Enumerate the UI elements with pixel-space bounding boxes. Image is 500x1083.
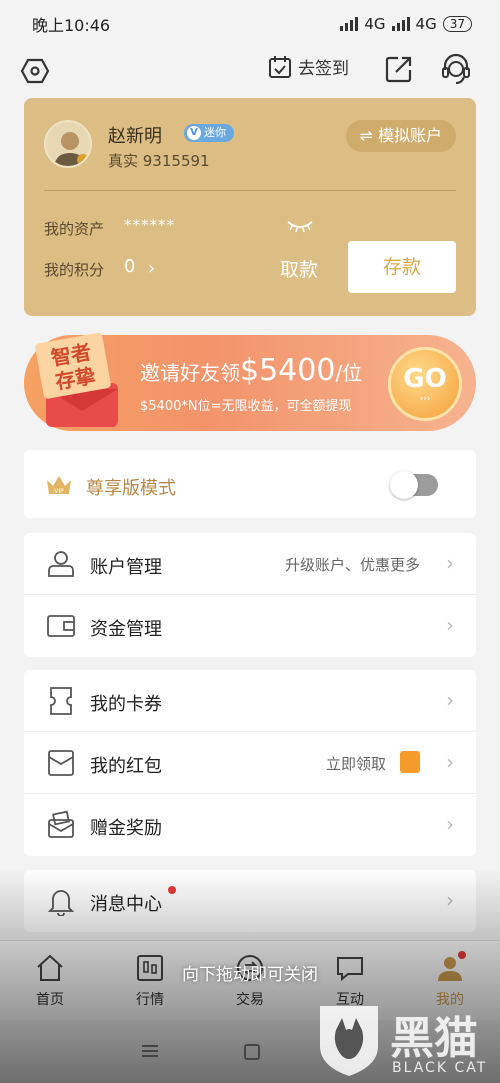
- account-id: 真实 9315591: [108, 152, 210, 170]
- chevron-right-icon: ›: [446, 551, 454, 575]
- settings-hexagon-icon[interactable]: [20, 56, 50, 86]
- deposit-button[interactable]: 存款: [348, 241, 456, 293]
- calendar-icon: [269, 55, 291, 78]
- share-icon[interactable]: [384, 54, 414, 84]
- red-packet-icon: [400, 751, 420, 773]
- status-bar: 晚上10:46 4G 4G 37: [0, 0, 500, 48]
- eye-closed-icon[interactable]: [286, 218, 314, 234]
- vip-mode-label: 尊享版模式: [86, 478, 176, 499]
- points-value[interactable]: 0: [124, 256, 135, 277]
- divider: [44, 190, 456, 191]
- simulated-account-button[interactable]: ⇌ 模拟账户: [345, 120, 456, 152]
- network-type-2: 4G: [415, 15, 437, 33]
- asset-value: ******: [124, 216, 175, 234]
- menu-item-red-packets[interactable]: 我的红包 立即领取 ›: [24, 732, 476, 794]
- menu-group-rewards: 我的卡券 › 我的红包 立即领取 › 赠金奖励 ›: [24, 670, 476, 856]
- user-name: 赵新明: [108, 126, 162, 147]
- home-button-icon[interactable]: [244, 1044, 260, 1060]
- menu-icon[interactable]: [142, 1044, 158, 1058]
- drag-to-close-hint: 向下拖动即可关闭: [182, 965, 318, 985]
- watermark-subtitle: BLACK CAT: [392, 1060, 488, 1076]
- verified-v-icon: V: [187, 126, 201, 140]
- top-nav: 去签到: [0, 48, 500, 96]
- signal-icon: [340, 17, 359, 31]
- menu-item-extra: 升级账户、优惠更多: [284, 556, 420, 574]
- menu-item-fund-management[interactable]: 资金管理 ›: [24, 595, 476, 657]
- customer-service-icon[interactable]: [440, 52, 472, 86]
- battery-indicator: 37: [442, 16, 472, 32]
- signal-icon-2: [391, 17, 410, 31]
- cat-shield-logo-icon: [320, 1006, 378, 1076]
- vip-mode-toggle[interactable]: [390, 471, 438, 499]
- membership-badge: V 迷你: [184, 124, 234, 142]
- user-card-icon: [48, 551, 74, 577]
- banner-subtitle: $5400*N位=无限收益，可全额提现: [140, 399, 352, 414]
- menu-item-bonus-rewards[interactable]: 赠金奖励 ›: [24, 794, 476, 856]
- banner-title: 邀请好友领$5400/位: [140, 353, 363, 388]
- status-time: 晚上10:46: [32, 16, 111, 35]
- chevron-right-icon: ›: [446, 812, 454, 836]
- watermark: 黑猫 BLACK CAT: [310, 992, 500, 1083]
- ticket-icon: [50, 687, 72, 715]
- menu-item-account-management[interactable]: 账户管理 升级账户、优惠更多 ›: [24, 533, 476, 595]
- account-card: 赵新明 V 迷你 真实 9315591 ⇌ 模拟账户 我的资产 ****** 我…: [24, 98, 476, 316]
- chevron-right-icon: ›: [446, 888, 454, 912]
- user-avatar-icon: [54, 132, 89, 166]
- invite-banner[interactable]: 智者 存挚 邀请好友领$5400/位 $5400*N位=无限收益，可全额提现 G…: [24, 332, 476, 431]
- toggle-knob: [390, 471, 418, 499]
- points-label: 我的积分: [44, 261, 105, 279]
- go-button[interactable]: GO ›››: [388, 347, 462, 421]
- sign-in-label: 去签到: [298, 59, 349, 79]
- menu-item-extra: 立即领取: [325, 755, 386, 773]
- chevron-right-icon: ›: [446, 750, 454, 774]
- gift-envelope-icon: [48, 810, 74, 838]
- crown-icon: VIP: [47, 476, 71, 495]
- chevron-right-icon: ›: [446, 688, 454, 712]
- svg-text:VIP: VIP: [54, 488, 64, 495]
- asset-label: 我的资产: [44, 220, 105, 238]
- network-type-1: 4G: [364, 15, 386, 33]
- menu-group-account: 账户管理 升级账户、优惠更多 › 资金管理 ›: [24, 533, 476, 657]
- watermark-title: 黑猫: [390, 1013, 478, 1064]
- notification-dot: [458, 951, 466, 959]
- avatar[interactable]: [44, 120, 92, 168]
- withdraw-button[interactable]: 取款: [280, 255, 318, 282]
- chevron-right-icon[interactable]: ›: [148, 258, 155, 279]
- wallet-icon: [47, 615, 75, 637]
- menu-group-messages: 消息中心 ›: [24, 870, 476, 932]
- vip-mode-row: VIP 尊享版模式: [24, 450, 476, 518]
- envelope-icon: [48, 750, 74, 776]
- status-indicators: 4G 4G 37: [340, 15, 472, 33]
- notification-dot: [168, 886, 176, 894]
- menu-item-coupons[interactable]: 我的卡券 ›: [24, 670, 476, 732]
- arrows-icon: ›››: [419, 394, 431, 404]
- sign-in-button[interactable]: 去签到: [268, 54, 349, 79]
- bell-icon: [47, 890, 75, 916]
- red-envelope-badge-icon: 智者 存挚: [35, 332, 118, 427]
- chevron-right-icon: ›: [446, 613, 454, 637]
- menu-item-message-center[interactable]: 消息中心 ›: [24, 870, 476, 932]
